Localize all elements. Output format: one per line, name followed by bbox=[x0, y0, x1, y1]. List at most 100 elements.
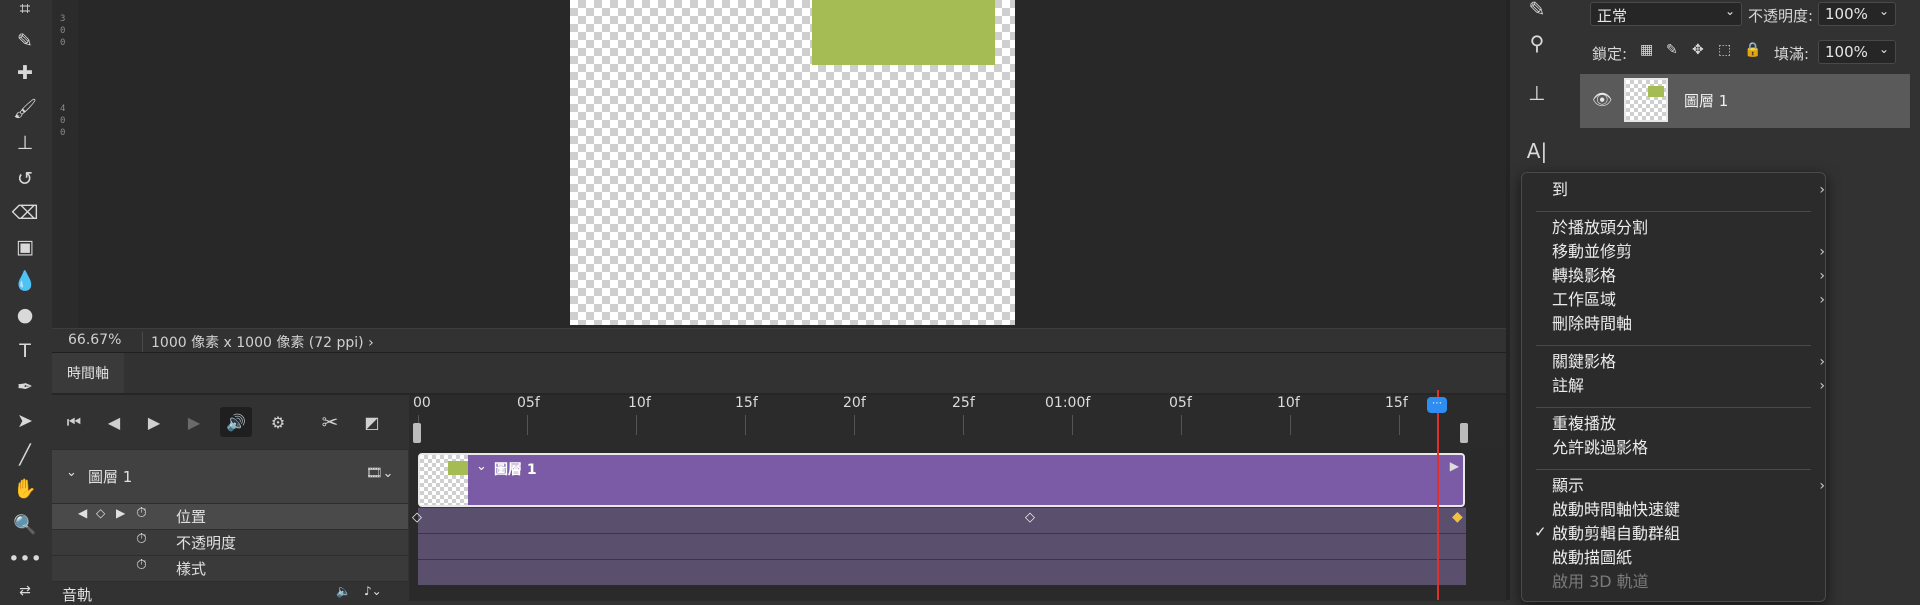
property-row-opacity[interactable]: ⏱ 不透明度 bbox=[52, 529, 408, 556]
zoom-level[interactable]: 66.67% bbox=[68, 332, 121, 348]
audio-track-header[interactable]: 音軌 🔈 ♪⌄ bbox=[52, 581, 408, 604]
playhead-handle[interactable]: ⋯ bbox=[1427, 397, 1447, 413]
menu-item-allow-frame-skipping[interactable]: 允許跳過影格 bbox=[1552, 437, 1817, 459]
layer-track-header[interactable]: ⌄ 圖層 1 🎞⌄ bbox=[52, 449, 408, 504]
play-icon[interactable]: ▶ bbox=[138, 407, 170, 437]
hand-tool-icon[interactable]: ✋ bbox=[9, 476, 41, 502]
zoom-tool-icon[interactable]: 🔍 bbox=[9, 512, 41, 538]
blend-mode-dropdown[interactable]: 正常 ⌄ bbox=[1590, 2, 1742, 26]
settings-gear-icon[interactable]: ⚙ bbox=[262, 407, 294, 437]
menu-item-goto[interactable]: 到 › bbox=[1552, 179, 1825, 201]
selected-keyframe-icon[interactable]: ◆ bbox=[1452, 509, 1463, 525]
line-tool-icon[interactable]: ╱ bbox=[9, 442, 41, 468]
stopwatch-icon[interactable]: ⏱ bbox=[136, 531, 147, 547]
swap-colors-icon[interactable]: ⇄ bbox=[9, 578, 41, 604]
stopwatch-icon[interactable]: ⏱ bbox=[136, 557, 147, 573]
tab-timeline[interactable]: 時間軸 bbox=[52, 353, 124, 393]
menu-item-keyframes[interactable]: 關鍵影格 › bbox=[1552, 351, 1825, 373]
menu-item-comments[interactable]: 註解 › bbox=[1552, 375, 1825, 397]
chevron-down-icon[interactable]: ⌄ bbox=[66, 465, 77, 480]
menu-item-convert-frames[interactable]: 轉換影格 › bbox=[1552, 265, 1825, 287]
audio-volume-icon[interactable]: 🔈 bbox=[336, 584, 351, 598]
property-row-style[interactable]: ⏱ 樣式 bbox=[52, 555, 408, 582]
path-selection-tool-icon[interactable]: ➤ bbox=[9, 408, 41, 434]
menu-item-enable-auto-grouping[interactable]: 啟動剪輯自動群組 bbox=[1552, 523, 1817, 545]
playhead-line[interactable] bbox=[1437, 390, 1439, 600]
chevron-right-icon: › bbox=[1819, 292, 1825, 308]
document-info[interactable]: 1000 像素 x 1000 像素 (72 ppi) › bbox=[142, 332, 374, 352]
keyframe-icon[interactable]: ◇ bbox=[412, 510, 422, 525]
layer-clip[interactable]: ⌄ 圖層 1 ▶ bbox=[418, 453, 1465, 507]
tick-label: 15f bbox=[735, 395, 758, 411]
brush-settings-icon[interactable]: ✎ bbox=[1522, 0, 1552, 24]
film-strip-icon[interactable]: 🎞⌄ bbox=[366, 466, 393, 481]
music-note-icon[interactable]: ♪⌄ bbox=[364, 584, 382, 598]
more-tools-icon[interactable]: ••• bbox=[8, 546, 42, 572]
menu-item-split-at-playhead[interactable]: 於播放頭分割 bbox=[1552, 217, 1817, 239]
transition-icon[interactable]: ◩ bbox=[356, 407, 388, 437]
menu-item-delete-timeline[interactable]: 刪除時間軸 bbox=[1552, 313, 1817, 335]
keyframe-track-style[interactable] bbox=[418, 559, 1466, 585]
chevron-down-icon[interactable]: ⌄ bbox=[476, 459, 487, 474]
keyframe-track-opacity[interactable] bbox=[418, 533, 1466, 559]
history-brush-tool-icon[interactable]: ↺ bbox=[9, 166, 41, 192]
layer-row[interactable]: 👁 圖層 1 bbox=[1580, 74, 1910, 128]
menu-item-enable-timeline-shortcuts[interactable]: 啟動時間軸快速鍵 bbox=[1552, 499, 1817, 521]
audio-toggle-icon[interactable]: 🔊 bbox=[220, 407, 252, 437]
lock-image-icon[interactable]: ✎ bbox=[1666, 42, 1678, 58]
spot-healing-tool-icon[interactable]: ✚ bbox=[9, 60, 41, 86]
ruler-mark: 0 bbox=[60, 116, 66, 126]
go-to-first-frame-icon[interactable]: ⏮ bbox=[58, 407, 90, 437]
previous-frame-icon[interactable]: ◀ bbox=[98, 407, 130, 437]
opacity-field[interactable]: 100% ⌄ bbox=[1818, 2, 1896, 26]
keyframe-icon[interactable]: ◇ bbox=[1025, 510, 1035, 525]
menu-item-label: 啟動描圖紙 bbox=[1552, 548, 1633, 567]
fill-field[interactable]: 100% ⌄ bbox=[1818, 40, 1896, 64]
property-label: 不透明度 bbox=[176, 534, 237, 552]
eyedropper-tool-icon[interactable]: ✎ bbox=[9, 28, 41, 54]
work-area-start-handle[interactable] bbox=[413, 423, 421, 443]
menu-item-move-and-trim[interactable]: 移動並修剪 › bbox=[1552, 241, 1825, 263]
clone-stamp-tool-icon[interactable]: ⊥ bbox=[9, 130, 41, 156]
adjustments-icon[interactable]: ⚲ bbox=[1522, 28, 1552, 58]
next-keyframe-icon[interactable]: ▶ bbox=[116, 506, 125, 520]
next-frame-icon[interactable]: ▶ bbox=[178, 407, 210, 437]
keyframe-track-position[interactable]: ◇ ◇ ◆ bbox=[412, 507, 1466, 533]
visibility-eye-icon[interactable]: 👁 bbox=[1592, 90, 1612, 109]
lock-all-icon[interactable]: 🔒 bbox=[1744, 42, 1761, 58]
document-info-text: 1000 像素 x 1000 像素 (72 ppi) bbox=[151, 335, 364, 351]
dodge-tool-icon[interactable]: ● bbox=[9, 302, 41, 328]
ruler-mark: 3 bbox=[60, 14, 66, 24]
timeline-ruler[interactable]: 00 05f 10f 15f 20f 25f 01:00f 05f 10f 15… bbox=[409, 395, 1506, 449]
vertical-ruler: 3 0 0 4 0 0 bbox=[52, 0, 79, 328]
pen-tool-icon[interactable]: ✒ bbox=[9, 374, 41, 400]
property-row-position[interactable]: ◀ ◇ ▶ ⏱ 位置 bbox=[52, 503, 408, 530]
character-panel-icon[interactable]: A| bbox=[1522, 136, 1552, 166]
add-keyframe-icon[interactable]: ◇ bbox=[96, 506, 105, 520]
menu-item-show[interactable]: 顯示 › bbox=[1552, 475, 1825, 497]
layer-thumbnail bbox=[1624, 78, 1668, 122]
crop-tool-icon[interactable]: ⌗ bbox=[9, 0, 41, 22]
green-rectangle-layer[interactable] bbox=[812, 0, 995, 65]
stopwatch-icon[interactable]: ⏱ bbox=[136, 505, 147, 521]
clip-end-handle-icon[interactable]: ▶ bbox=[1450, 459, 1459, 473]
brush-tool-icon[interactable]: 🖌 bbox=[9, 96, 41, 122]
tick-line bbox=[854, 415, 855, 435]
blur-tool-icon[interactable]: 💧 bbox=[9, 268, 41, 294]
prev-keyframe-icon[interactable]: ◀ bbox=[78, 506, 87, 520]
ruler-mark: 0 bbox=[60, 26, 66, 36]
menu-item-enable-onion-skins[interactable]: 啟動描圖紙 bbox=[1552, 547, 1817, 569]
tick-line bbox=[1072, 415, 1073, 435]
eraser-tool-icon[interactable]: ⌫ bbox=[9, 200, 41, 226]
menu-item-loop-playback[interactable]: 重複播放 bbox=[1552, 413, 1817, 435]
split-scissors-icon[interactable]: ✂ bbox=[314, 407, 346, 437]
lock-transparent-icon[interactable]: ▦ bbox=[1640, 42, 1653, 58]
clone-source-icon[interactable]: ⊥ bbox=[1522, 78, 1552, 108]
lock-artboard-icon[interactable]: ⬚ bbox=[1718, 42, 1731, 58]
menu-item-work-area[interactable]: 工作區域 › bbox=[1552, 289, 1825, 311]
gradient-tool-icon[interactable]: ▣ bbox=[9, 234, 41, 260]
type-tool-icon[interactable]: T bbox=[9, 338, 41, 364]
layer-name: 圖層 1 bbox=[1684, 92, 1729, 110]
work-area-end-handle[interactable] bbox=[1460, 423, 1468, 443]
lock-position-icon[interactable]: ✥ bbox=[1692, 42, 1704, 58]
